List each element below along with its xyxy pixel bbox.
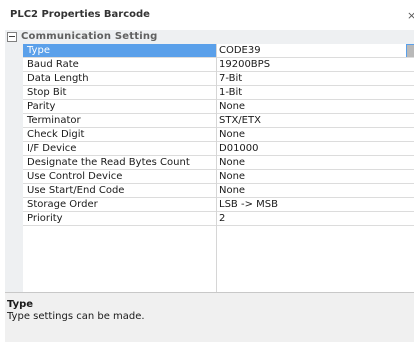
property-value[interactable]: None [219, 185, 245, 196]
property-row-if-device[interactable]: I/F Device D01000 [23, 142, 414, 156]
property-row-check-digit[interactable]: Check Digit None [23, 128, 414, 142]
property-value[interactable]: CODE39 [219, 45, 261, 56]
property-row-storage-order[interactable]: Storage Order LSB -> MSB [23, 198, 414, 212]
property-value[interactable]: LSB -> MSB [219, 199, 278, 210]
property-name: Use Control Device [27, 171, 123, 182]
property-row-priority[interactable]: Priority 2 [23, 212, 414, 226]
description-title: Type [7, 299, 34, 310]
property-row-data-length[interactable]: Data Length 7-Bit [23, 72, 414, 86]
property-name: Data Length [27, 73, 89, 84]
property-value[interactable]: None [219, 129, 245, 140]
property-value[interactable]: 1-Bit [219, 87, 242, 98]
property-value[interactable]: None [219, 157, 245, 168]
collapse-toggle-icon[interactable] [7, 32, 17, 42]
property-row-stop-bit[interactable]: Stop Bit 1-Bit [23, 86, 414, 100]
category-label: Communication Setting [21, 31, 158, 42]
description-pane: Type Type settings can be made. [5, 292, 414, 342]
property-value[interactable]: STX/ETX [219, 115, 261, 126]
close-icon[interactable]: × [407, 9, 414, 22]
property-name: Use Start/End Code [27, 185, 125, 196]
property-row-use-control-device[interactable]: Use Control Device None [23, 170, 414, 184]
property-value[interactable]: None [219, 101, 245, 112]
column-divider[interactable] [216, 44, 217, 292]
property-value[interactable]: 2 [219, 213, 225, 224]
property-row-baud-rate[interactable]: Baud Rate 19200BPS [23, 58, 414, 72]
property-name: Check Digit [27, 129, 85, 140]
category-communication-setting[interactable]: Communication Setting [5, 30, 414, 44]
property-name: I/F Device [27, 143, 77, 154]
property-value[interactable]: D01000 [219, 143, 259, 154]
property-name: Designate the Read Bytes Count [27, 157, 190, 168]
property-value[interactable]: 7-Bit [219, 73, 242, 84]
property-name: Type [27, 45, 50, 56]
property-row-terminator[interactable]: Terminator STX/ETX [23, 114, 414, 128]
grid-gutter [5, 44, 23, 292]
property-name: Parity [27, 101, 56, 112]
description-text: Type settings can be made. [7, 311, 145, 322]
property-row-type[interactable]: Type CODE39 [23, 44, 414, 58]
property-name: Terminator [27, 115, 81, 126]
scrollbar-thumb[interactable] [407, 45, 414, 57]
property-value[interactable]: None [219, 171, 245, 182]
property-row-use-start-end-code[interactable]: Use Start/End Code None [23, 184, 414, 198]
property-name: Priority [27, 213, 63, 224]
property-name: Stop Bit [27, 87, 67, 98]
property-name: Baud Rate [27, 59, 79, 70]
property-value[interactable]: 19200BPS [219, 59, 270, 70]
property-grid: Communication Setting Type CODE39 Baud R… [5, 30, 414, 292]
property-row-parity[interactable]: Parity None [23, 100, 414, 114]
property-row-read-bytes-count[interactable]: Designate the Read Bytes Count None [23, 156, 414, 170]
property-name: Storage Order [27, 199, 98, 210]
panel-title: PLC2 Properties Barcode [10, 9, 150, 20]
